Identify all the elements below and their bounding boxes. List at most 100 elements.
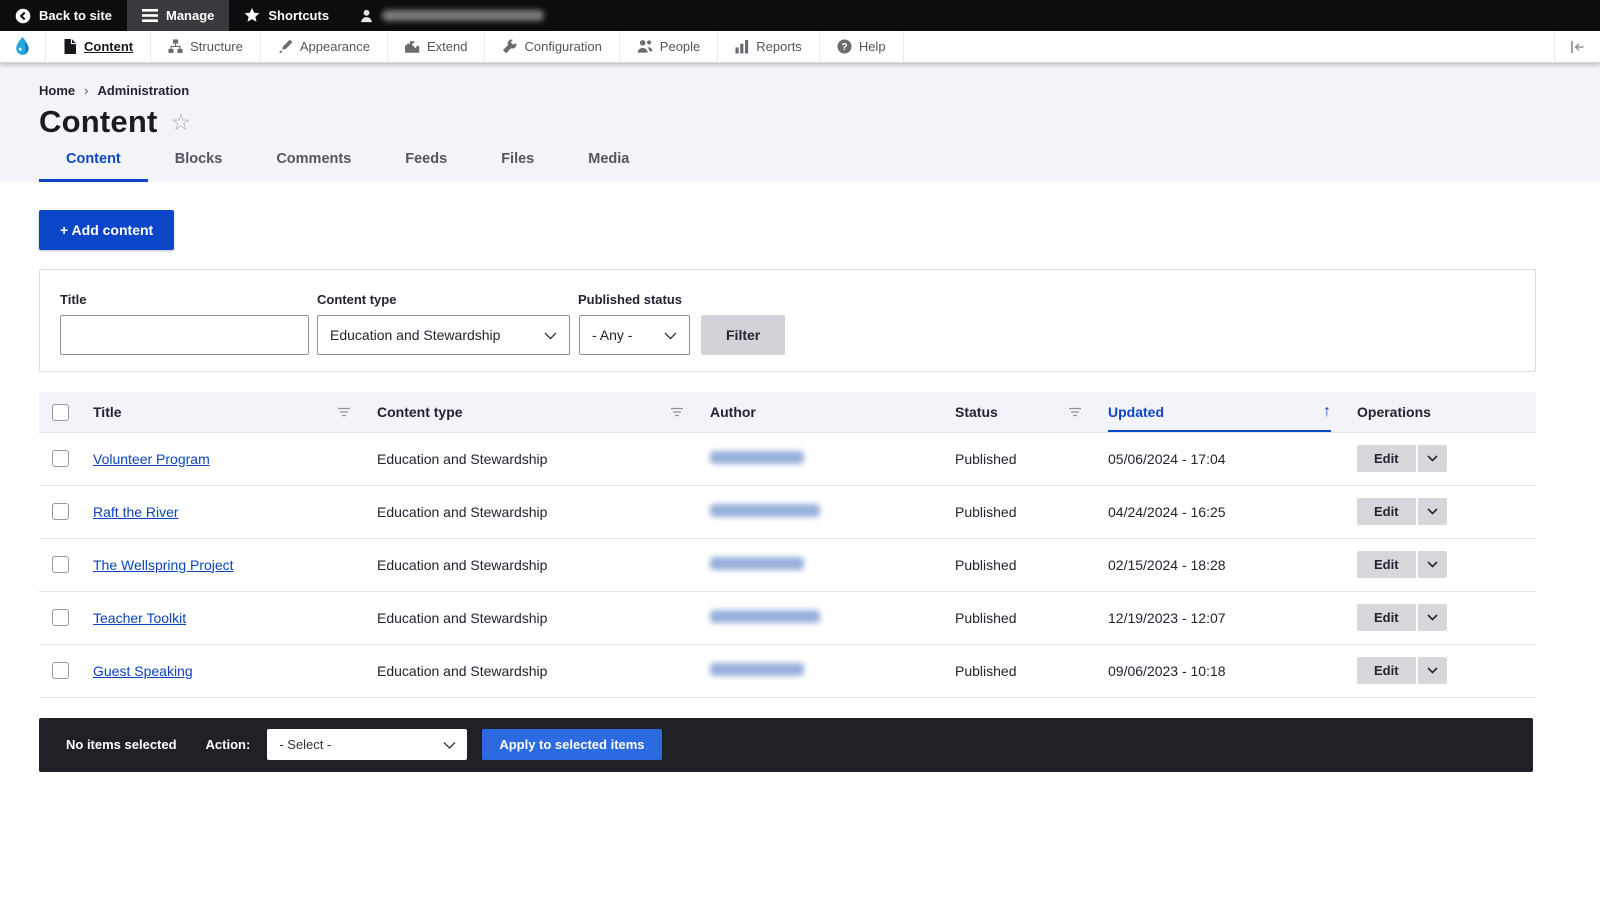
apply-to-selected-button[interactable]: Apply to selected items bbox=[482, 729, 661, 760]
sidebar-item-people[interactable]: People bbox=[620, 31, 718, 62]
bookmark-star-icon[interactable]: ☆ bbox=[170, 111, 191, 134]
filter-button[interactable]: Filter bbox=[701, 315, 785, 355]
tab-feeds[interactable]: Feeds bbox=[378, 140, 474, 182]
sidebar-item-extend[interactable]: Extend bbox=[388, 31, 485, 62]
author-link-redacted[interactable] bbox=[710, 557, 804, 570]
selection-count-status: No items selected bbox=[66, 737, 177, 752]
content-table: Title Content type Author Status bbox=[39, 392, 1536, 698]
author-link-redacted[interactable] bbox=[710, 610, 820, 623]
breadcrumb-administration-link[interactable]: Administration bbox=[97, 83, 189, 98]
primary-tabs: Content Blocks Comments Feeds Files Medi… bbox=[39, 140, 656, 182]
manage-tab[interactable]: Manage bbox=[127, 0, 229, 31]
shortcuts-label: Shortcuts bbox=[268, 8, 329, 23]
chevron-down-icon bbox=[664, 327, 677, 343]
menu-label-extend: Extend bbox=[427, 39, 467, 54]
breadcrumb-home-link[interactable]: Home bbox=[39, 83, 75, 98]
content-type-select[interactable]: Education and Stewardship bbox=[317, 315, 570, 355]
add-content-button[interactable]: + Add content bbox=[39, 210, 174, 250]
sidebar-item-reports[interactable]: Reports bbox=[718, 31, 820, 62]
shortcuts-tab[interactable]: Shortcuts bbox=[229, 0, 344, 31]
page-title: Content bbox=[39, 104, 157, 140]
updated-cell: 12/19/2023 - 12:07 bbox=[1108, 591, 1357, 644]
content-title-link[interactable]: Volunteer Program bbox=[93, 451, 210, 467]
filter-panel: Title Content type Education and Steward… bbox=[39, 269, 1536, 372]
content-type-cell: Education and Stewardship bbox=[377, 591, 710, 644]
toolbar-orientation-toggle[interactable] bbox=[1554, 31, 1600, 62]
edit-button[interactable]: Edit bbox=[1357, 604, 1416, 631]
sidebar-item-help[interactable]: ? Help bbox=[820, 31, 904, 62]
content-document-icon bbox=[63, 39, 77, 54]
column-header-status[interactable]: Status bbox=[955, 392, 1108, 432]
updated-cell: 09/06/2023 - 10:18 bbox=[1108, 644, 1357, 697]
content-title-link[interactable]: Teacher Toolkit bbox=[93, 610, 186, 626]
column-header-operations: Operations bbox=[1357, 392, 1536, 432]
published-status-filter-label: Published status bbox=[578, 292, 690, 307]
sidebar-item-structure[interactable]: Structure bbox=[151, 31, 261, 62]
table-row: Raft the River Education and Stewardship… bbox=[39, 485, 1536, 538]
content-title-link[interactable]: The Wellspring Project bbox=[93, 557, 234, 573]
author-link-redacted[interactable] bbox=[710, 504, 820, 517]
content-title-link[interactable]: Guest Speaking bbox=[93, 663, 193, 679]
sidebar-item-configuration[interactable]: Configuration bbox=[485, 31, 619, 62]
tab-media[interactable]: Media bbox=[561, 140, 656, 182]
configuration-wrench-icon bbox=[502, 39, 517, 54]
admin-toolbar: Back to site Manage Shortcuts bbox=[0, 0, 1600, 31]
edit-button[interactable]: Edit bbox=[1357, 551, 1416, 578]
breadcrumb-separator: › bbox=[84, 83, 88, 98]
menu-label-appearance: Appearance bbox=[300, 39, 370, 54]
filter-title-group: Title bbox=[60, 292, 309, 355]
edit-dropdown-toggle[interactable] bbox=[1418, 657, 1447, 684]
row-checkbox[interactable] bbox=[52, 450, 69, 467]
author-link-redacted[interactable] bbox=[710, 451, 804, 464]
column-header-title[interactable]: Title bbox=[93, 392, 377, 432]
star-icon bbox=[244, 8, 260, 23]
tab-comments[interactable]: Comments bbox=[249, 140, 378, 182]
back-to-site-button[interactable]: Back to site bbox=[0, 0, 127, 31]
edit-button[interactable]: Edit bbox=[1357, 445, 1416, 472]
row-checkbox[interactable] bbox=[52, 556, 69, 573]
edit-dropdown-toggle[interactable] bbox=[1418, 498, 1447, 525]
back-circle-icon bbox=[15, 8, 31, 24]
edit-button[interactable]: Edit bbox=[1357, 657, 1416, 684]
tab-files[interactable]: Files bbox=[474, 140, 561, 182]
row-checkbox[interactable] bbox=[52, 609, 69, 626]
collapse-left-icon bbox=[1569, 40, 1586, 54]
filter-content-type-group: Content type Education and Stewardship bbox=[317, 292, 570, 355]
row-checkbox[interactable] bbox=[52, 662, 69, 679]
status-cell: Published bbox=[955, 538, 1108, 591]
people-icon bbox=[637, 39, 653, 54]
tab-blocks[interactable]: Blocks bbox=[148, 140, 250, 182]
user-name-redacted bbox=[382, 10, 544, 21]
select-all-checkbox[interactable] bbox=[52, 404, 69, 421]
appearance-brush-icon bbox=[278, 39, 293, 54]
column-header-author: Author bbox=[710, 392, 955, 432]
menu-label-reports: Reports bbox=[756, 39, 802, 54]
drupal-logo[interactable] bbox=[0, 31, 46, 62]
chevron-down-icon bbox=[1427, 614, 1438, 621]
published-status-select[interactable]: - Any - bbox=[579, 315, 690, 355]
edit-dropdown-toggle[interactable] bbox=[1418, 551, 1447, 578]
updated-cell: 02/15/2024 - 18:28 bbox=[1108, 538, 1357, 591]
menu-label-content: Content bbox=[84, 39, 133, 54]
sidebar-item-content[interactable]: Content bbox=[46, 31, 151, 62]
menu-label-structure: Structure bbox=[190, 39, 243, 54]
column-header-content-type[interactable]: Content type bbox=[377, 392, 710, 432]
edit-dropdown-toggle[interactable] bbox=[1418, 604, 1447, 631]
sort-lines-icon bbox=[670, 404, 684, 420]
sidebar-item-appearance[interactable]: Appearance bbox=[261, 31, 388, 62]
filter-published-status-group: Published status - Any - bbox=[578, 292, 690, 355]
edit-button[interactable]: Edit bbox=[1357, 498, 1416, 525]
bulk-action-select[interactable]: - Select - bbox=[267, 729, 467, 760]
edit-dropdown-toggle[interactable] bbox=[1418, 445, 1447, 472]
author-link-redacted[interactable] bbox=[710, 663, 804, 676]
user-account-menu[interactable] bbox=[344, 0, 559, 31]
status-cell: Published bbox=[955, 432, 1108, 485]
updated-cell: 05/06/2024 - 17:04 bbox=[1108, 432, 1357, 485]
title-filter-input[interactable] bbox=[60, 315, 309, 355]
row-checkbox[interactable] bbox=[52, 503, 69, 520]
content-title-link[interactable]: Raft the River bbox=[93, 504, 179, 520]
tab-content[interactable]: Content bbox=[39, 140, 148, 182]
column-header-updated-sorted[interactable]: Updated ↑ bbox=[1108, 392, 1357, 432]
bulk-actions-bar: No items selected Action: - Select - App… bbox=[39, 718, 1533, 772]
content-type-cell: Education and Stewardship bbox=[377, 538, 710, 591]
